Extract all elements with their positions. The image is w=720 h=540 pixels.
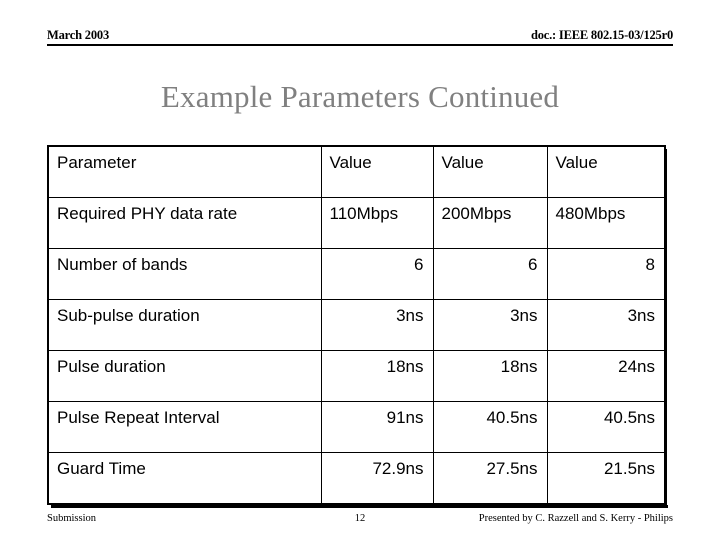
- cell-parameter-name: Pulse duration: [48, 350, 322, 402]
- column-header-value-1: Value: [320, 146, 434, 198]
- header-divider: [47, 44, 673, 46]
- cell-value: 72.9ns: [320, 452, 434, 504]
- cell-value: 8: [546, 248, 665, 300]
- footer-presenter: Presented by C. Razzell and S. Kerry - P…: [478, 513, 673, 524]
- header-date: March 2003: [47, 28, 109, 42]
- header-doc-id: doc.: IEEE 802.15-03/125r0: [530, 28, 673, 42]
- cell-value: 3ns: [546, 299, 665, 351]
- cell-value: 27.5ns: [432, 452, 548, 504]
- cell-parameter-name: Guard Time: [48, 452, 322, 504]
- table-row: Number of bands 6 6 8: [48, 248, 665, 300]
- parameters-table-container: Parameter Value Value Value Required PHY dat…: [47, 145, 666, 505]
- table-row: Pulse duration 18ns 18ns 24ns: [48, 350, 665, 402]
- table-shadow-bottom: [51, 505, 668, 508]
- column-header-parameter: Parameter: [48, 146, 322, 198]
- table-shadow-right: [664, 149, 667, 508]
- cell-value: 110Mbps: [320, 197, 434, 249]
- cell-value: 24ns: [546, 350, 665, 402]
- cell-value: 3ns: [320, 299, 434, 351]
- cell-value: 6: [320, 248, 434, 300]
- cell-value: 91ns: [320, 401, 434, 453]
- cell-parameter-name: Number of bands: [48, 248, 322, 300]
- parameters-table: Parameter Value Value Value Required PHY dat…: [47, 145, 666, 505]
- cell-parameter-name: Pulse Repeat Interval: [48, 401, 322, 453]
- cell-value: 6: [432, 248, 548, 300]
- table-row: Required PHY data rate 110Mbps 200Mbps 480M…: [48, 197, 665, 249]
- cell-value: 200Mbps: [432, 197, 548, 249]
- cell-value: 3ns: [432, 299, 548, 351]
- table-header-row: Parameter Value Value Value: [48, 146, 665, 198]
- table-row: Pulse Repeat Interval 91ns 40.5ns 40.5ns: [48, 401, 665, 453]
- table-row: Sub-pulse duration 3ns 3ns 3ns: [48, 299, 665, 351]
- cell-value: 40.5ns: [546, 401, 665, 453]
- column-header-value-3: Value: [546, 146, 665, 198]
- slide-header-row: March 2003 doc.: IEEE 802.15-03/125r0: [47, 28, 673, 43]
- cell-value: 40.5ns: [432, 401, 548, 453]
- slide-header: March 2003 doc.: IEEE 802.15-03/125r0: [47, 28, 673, 50]
- cell-value: 18ns: [320, 350, 434, 402]
- cell-parameter-name: Required PHY data rate: [48, 197, 322, 249]
- cell-value: 18ns: [432, 350, 548, 402]
- slide-footer: Submission 12 Presented by C. Razzell an…: [47, 512, 673, 526]
- cell-value: 480Mbps: [546, 197, 665, 249]
- page-title: Example Parameters Continued: [160, 79, 560, 114]
- table-row: Guard Time 72.9ns 27.5ns 21.5ns: [48, 452, 665, 504]
- cell-parameter-name: Sub-pulse duration: [48, 299, 322, 351]
- column-header-value-2: Value: [432, 146, 548, 198]
- cell-value: 21.5ns: [546, 452, 665, 504]
